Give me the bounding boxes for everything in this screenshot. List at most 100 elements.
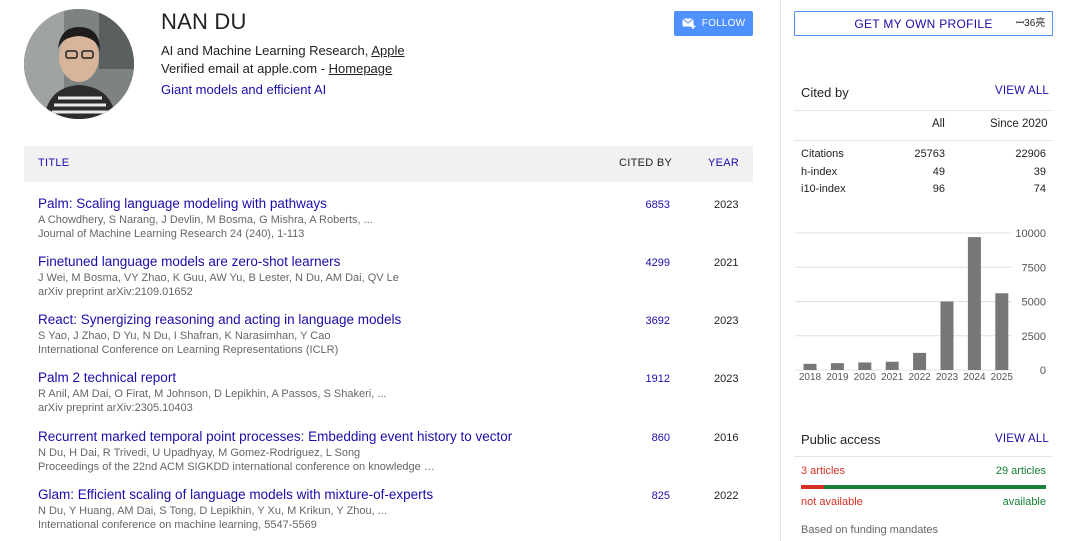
publication-year: 2022	[714, 490, 739, 502]
stat-all: 96	[932, 183, 945, 195]
chart-bar-2022[interactable]	[913, 352, 927, 370]
homepage-link[interactable]: Homepage	[329, 61, 393, 76]
affiliation-link[interactable]: Apple	[371, 43, 404, 58]
chart-bar-2021[interactable]	[885, 361, 899, 370]
y-tick-label: 7500	[1022, 262, 1046, 274]
publication-venue: International Conference on Learning Rep…	[38, 344, 339, 356]
y-tick-label: 2500	[1022, 331, 1046, 343]
cited-by-link[interactable]: 825	[652, 490, 670, 502]
x-tick-label: 2018	[799, 372, 822, 383]
research-interest-link[interactable]: Giant models and efficient AI	[161, 82, 326, 97]
stat-since: 74	[1033, 183, 1046, 195]
follow-button[interactable]: FOLLOW	[674, 11, 753, 36]
sort-by-year[interactable]: YEAR	[708, 157, 739, 169]
sort-by-title[interactable]: TITLE	[38, 157, 69, 169]
publication-title-link[interactable]: React: Synergizing reasoning and acting …	[38, 312, 401, 327]
publication-authors: A Chowdhery, S Narang, J Devlin, M Bosma…	[38, 214, 373, 226]
x-tick-label: 2022	[908, 372, 931, 383]
publication-venue: International conference on machine lear…	[38, 519, 317, 531]
cited-by-link[interactable]: 3692	[646, 315, 670, 327]
x-tick-label: 2019	[826, 372, 849, 383]
cited-by-link[interactable]: 1912	[646, 373, 670, 385]
publication-title-link[interactable]: Finetuned language models are zero-shot …	[38, 254, 340, 269]
get-my-own-profile-button[interactable]: GET MY OWN PROFILE	[794, 11, 1053, 36]
available-count-link[interactable]: 29 articles	[981, 465, 1046, 477]
publication-authors: R Anil, AM Dai, O Firat, M Johnson, D Le…	[38, 388, 387, 400]
divider	[794, 456, 1053, 457]
publication-venue: Journal of Machine Learning Research 24 …	[38, 228, 305, 240]
stat-row-i10-index: i10-index 96 74	[801, 183, 1046, 199]
funding-mandates-note: Based on funding mandates	[801, 524, 938, 536]
stat-row-citations: Citations 25763 22906	[801, 148, 1046, 164]
publication-year: 2021	[714, 257, 739, 269]
y-tick-label: 10000	[1015, 228, 1046, 240]
x-tick-label: 2024	[963, 372, 986, 383]
publication-title-link[interactable]: Palm: Scaling language modeling with pat…	[38, 196, 327, 211]
public-access-bar-not-available	[801, 485, 825, 489]
affiliation: AI and Machine Learning Research, Apple	[161, 43, 405, 58]
avatar	[24, 9, 134, 119]
publication-year: 2023	[714, 199, 739, 211]
publication-year: 2023	[714, 315, 739, 327]
chart-bar-2020[interactable]	[858, 362, 872, 370]
stat-all: 25763	[914, 148, 945, 160]
overlay-badge: ꟷ36亮	[1016, 18, 1046, 29]
x-tick-label: 2020	[854, 372, 877, 383]
available-label: available	[1002, 496, 1046, 508]
profile-name: NAN DU	[161, 9, 247, 34]
y-tick-label: 5000	[1022, 297, 1046, 309]
cited-by-link[interactable]: 860	[652, 432, 670, 444]
follow-label: FOLLOW	[701, 18, 746, 29]
x-tick-label: 2025	[991, 372, 1014, 383]
publication-title-link[interactable]: Recurrent marked temporal point processe…	[38, 429, 512, 444]
table-row: Palm: Scaling language modeling with pat…	[24, 196, 753, 252]
chart-bar-2024[interactable]	[967, 237, 981, 370]
chart-bar-2023[interactable]	[940, 301, 954, 371]
affiliation-text: AI and Machine Learning Research,	[161, 43, 372, 58]
stat-since: 39	[1033, 166, 1046, 178]
publications-table-header: TITLE CITED BY YEAR	[24, 146, 753, 182]
column-divider	[780, 0, 781, 541]
publication-title-link[interactable]: Palm 2 technical report	[38, 370, 176, 385]
publication-year: 2016	[714, 432, 739, 444]
stat-label: i10-index	[801, 183, 846, 195]
table-row: React: Synergizing reasoning and acting …	[24, 312, 753, 368]
publication-authors: J Wei, M Bosma, VY Zhao, K Guu, AW Yu, B…	[38, 272, 399, 284]
not-available-label: not available	[801, 496, 863, 508]
cited-by-link[interactable]: 6853	[646, 199, 670, 211]
chart-bar-2025[interactable]	[995, 293, 1009, 370]
table-row: Glam: Efficient scaling of language mode…	[24, 487, 753, 541]
divider	[794, 140, 1053, 141]
not-available-count-link[interactable]: 3 articles	[801, 465, 845, 477]
cited-by-heading: Cited by	[801, 85, 849, 100]
stats-column-since: Since 2020	[990, 118, 1048, 130]
verified-email-text: Verified email at apple.com -	[161, 61, 329, 76]
public-access-bar	[801, 485, 1046, 489]
public-access-view-all-link[interactable]: VIEW ALL	[995, 433, 1049, 445]
sort-by-cited[interactable]: CITED BY	[619, 157, 672, 169]
divider	[794, 110, 1053, 111]
cited-by-link[interactable]: 4299	[646, 257, 670, 269]
cited-by-view-all-link[interactable]: VIEW ALL	[995, 85, 1049, 97]
publication-venue: arXiv preprint arXiv:2305.10403	[38, 402, 193, 414]
chart-bar-2018[interactable]	[803, 363, 817, 370]
publication-venue: Proceedings of the 22nd ACM SIGKDD inter…	[38, 461, 435, 473]
stat-since: 22906	[1015, 148, 1046, 160]
stat-label: Citations	[801, 148, 844, 160]
envelope-plus-icon	[681, 18, 696, 29]
publication-authors: N Du, Y Huang, AM Dai, S Tong, D Lepikhi…	[38, 505, 387, 517]
table-row: Palm 2 technical report R Anil, AM Dai, …	[24, 370, 753, 426]
publication-year: 2023	[714, 373, 739, 385]
stat-label: h-index	[801, 166, 838, 178]
publication-title-link[interactable]: Glam: Efficient scaling of language mode…	[38, 487, 433, 502]
stats-column-all: All	[932, 118, 945, 130]
publication-authors: S Yao, J Zhao, D Yu, N Du, I Shafran, K …	[38, 330, 331, 342]
x-tick-label: 2021	[881, 372, 904, 383]
citations-per-year-chart: 0 2500 5000 7500 10000 2018 2019 2020 2021 2022 20…	[795, 228, 1046, 383]
chart-bar-2019[interactable]	[830, 363, 844, 370]
x-tick-label: 2023	[936, 372, 959, 383]
table-row: Recurrent marked temporal point processe…	[24, 429, 753, 485]
publication-venue: arXiv preprint arXiv:2109.01652	[38, 286, 193, 298]
public-access-heading: Public access	[801, 432, 881, 447]
verified-email: Verified email at apple.com - Homepage	[161, 61, 392, 76]
